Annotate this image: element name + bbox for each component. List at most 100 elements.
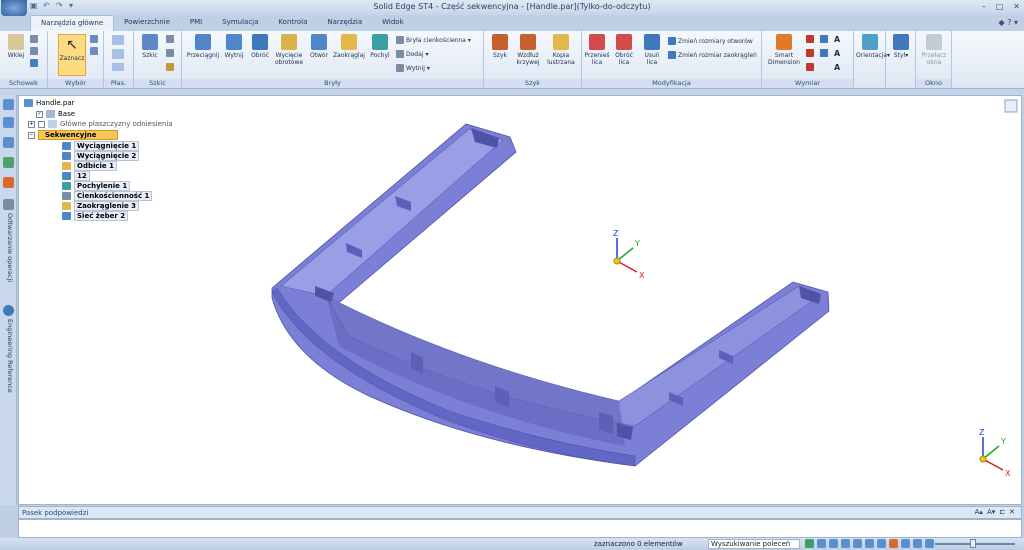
pan-icon[interactable] [853,539,862,548]
pattern-button[interactable]: Szyk [488,34,512,59]
select-button[interactable]: ↖ Zaznacz [58,34,86,76]
engineering-reference-icon[interactable] [3,305,14,316]
plane-icon[interactable] [112,35,124,45]
zoom-slider-handle[interactable] [970,539,976,548]
text-size-icon[interactable]: A [834,35,840,44]
render-icon[interactable] [901,539,910,548]
tab-symulacja[interactable]: Symulacja [212,15,268,31]
paste-button[interactable]: Wklej [4,34,28,59]
view-tools-icon[interactable] [1004,99,1018,113]
rotate-icon[interactable] [865,539,874,548]
sketch-pencil-icon[interactable] [166,63,174,71]
tree-item-plaszczyzny[interactable]: + Główne płaszczyzny odniesienia [28,120,173,128]
copy-icon[interactable] [30,47,38,55]
sketch-project-icon[interactable] [166,49,174,57]
add-button[interactable]: Dodaj ▾ [396,50,428,58]
font-decrease-icon[interactable]: A▾ [987,508,995,516]
mirror-button[interactable]: Kopia lustrzana [544,34,578,66]
tree-feature[interactable]: Sieć żeber 2 [62,211,129,221]
format-icon[interactable] [30,59,38,67]
tab-odtwarzanie-operacji[interactable]: Odtwarzanie operacji [2,213,14,282]
fit-icon[interactable] [841,539,850,548]
dimension-angle-icon[interactable] [806,49,814,57]
pattern-along-curve-button[interactable]: Wzdłuż krzywej [514,34,542,66]
round-button[interactable]: Zaokrąglaj [332,34,366,59]
library-icon[interactable] [3,157,14,168]
resize-rounds-button[interactable]: Zmień rozmiar zaokrągleń [668,51,757,59]
select-option-icon[interactable] [90,35,98,43]
handle-part[interactable] [271,123,830,467]
text-color-icon[interactable]: A [834,63,840,72]
resize-holes-button[interactable]: Zmień rozmiary otworów [668,37,753,45]
font-increase-icon[interactable]: A▴ [975,508,983,516]
command-search-input[interactable]: Wyszukiwanie poleceń [708,539,800,549]
hole-button[interactable]: Otwór [308,34,330,59]
tree-feature[interactable]: Wyciągnięcie 2 [62,151,140,161]
revolve-button[interactable]: Obróć [248,34,272,59]
select-filter-icon[interactable] [90,47,98,55]
base-checkbox[interactable]: ✓ [36,110,43,118]
shading-icon[interactable] [889,539,898,548]
pathfinder-icon[interactable] [3,99,14,110]
playback-icon[interactable] [3,199,14,210]
display-icon[interactable] [913,539,922,548]
cut-small-button[interactable]: Wytnij ▾ [396,64,430,72]
collapse-sekwencyjne-icon[interactable]: − [28,131,35,139]
tab-narzedzia-glowne[interactable]: Narzędzia główne [30,15,115,31]
tree-root[interactable]: Handle.par [24,99,75,107]
tree-feature[interactable]: Zaokrąglenie 3 [62,201,140,211]
maximize-button[interactable]: □ [996,2,1004,11]
tab-kontrola[interactable]: Kontrola [268,15,317,31]
view-orientation-triad[interactable]: Z Y X [979,428,1011,478]
revolved-cut-button[interactable]: Wycięcie obrotowe [274,34,304,66]
tree-feature[interactable]: Odbicie 1 [62,161,117,171]
orientation-button[interactable]: Orientacja▾ [856,34,890,59]
zoom-icon[interactable] [829,539,838,548]
minimize-button[interactable]: – [982,2,986,11]
close-prompt-icon[interactable]: ✕ [1009,508,1015,516]
model-view[interactable]: Z Y X Z Y X [19,96,1023,506]
plaszczyzny-checkbox[interactable] [38,120,45,128]
draft-button[interactable]: Pochyl [368,34,392,59]
plane-normal-icon[interactable] [112,63,124,71]
cut-button[interactable]: Wytnij [222,34,246,59]
view-icon[interactable] [877,539,886,548]
tree-item-base[interactable]: ✓ Base [36,110,75,118]
layers-icon[interactable] [3,117,14,128]
tab-pmi[interactable]: PMI [180,15,212,31]
tree-feature[interactable]: Cienkościenność 1 [62,191,153,201]
rotate-faces-button[interactable]: Obróć lica [612,34,636,66]
tree-feature[interactable]: Pochylenie 1 [62,181,131,191]
sketch-button[interactable]: Szkic [138,34,162,59]
prompt-text-area[interactable] [18,519,1022,538]
refresh-icon[interactable] [805,539,814,548]
tree-feature[interactable]: 12 [62,171,90,181]
thin-wall-button[interactable]: Bryła cienkościenna ▾ [396,36,471,44]
extrude-button[interactable]: Przeciągnij [186,34,220,59]
graphics-window[interactable]: Z Y X Z Y X [18,95,1022,505]
cut-icon[interactable] [30,35,38,43]
color-icon[interactable] [3,177,14,188]
style-button[interactable]: Styl▾ [889,34,913,59]
dimension-axis-icon[interactable] [820,49,828,57]
close-button[interactable]: ✕ [1013,2,1020,11]
move-faces-button[interactable]: Przenieś lica [584,34,610,66]
zoom-area-icon[interactable] [817,539,826,548]
expand-plaszczyzny-icon[interactable]: + [28,120,35,128]
tab-engineering-reference[interactable]: Engineering Reference [2,319,14,393]
smart-dimension-button[interactable]: Smart Dimension [766,34,802,66]
dimension-coordinate-icon[interactable] [806,63,814,71]
tree-item-sekwencyjne[interactable]: − Sekwencyjne [28,130,118,140]
sketch-view-icon[interactable] [925,539,934,548]
features-icon[interactable] [3,137,14,148]
tab-narzedzia[interactable]: Narzędzia [317,15,372,31]
pin-icon[interactable]: ⊏ [999,508,1005,516]
dimension-distance-icon[interactable] [806,35,814,43]
plane-angle-icon[interactable] [112,49,124,59]
sketch-tool-icon[interactable] [166,35,174,43]
tab-widok[interactable]: Widok [372,15,414,31]
tab-powierzchnie[interactable]: Powierzchnie [114,15,180,31]
switch-windows-button[interactable]: Przełącz okna [918,34,950,66]
tree-feature[interactable]: Wyciągnięcie 1 [62,141,140,151]
delete-faces-button[interactable]: Usuń lica [640,34,664,66]
